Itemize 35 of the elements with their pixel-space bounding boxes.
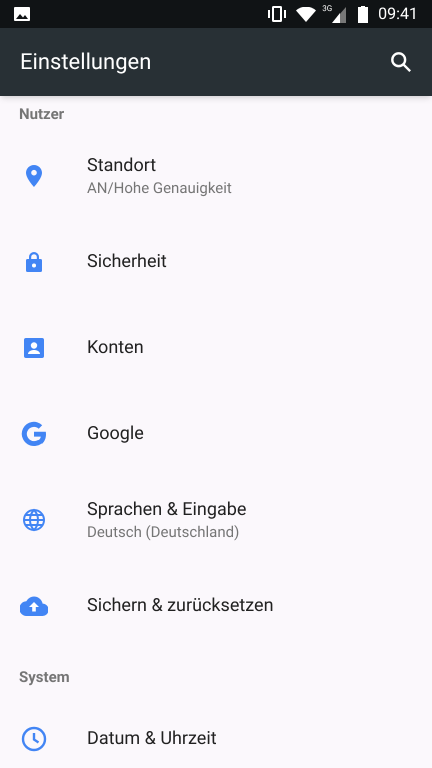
cloud-upload-icon bbox=[20, 596, 48, 616]
globe-icon bbox=[22, 508, 46, 532]
settings-item[interactable]: Sichern & zurücksetzen bbox=[0, 563, 432, 649]
item-title: Sichern & zurücksetzen bbox=[87, 594, 274, 618]
settings-item[interactable]: Standort AN/Hohe Genauigkeit bbox=[0, 133, 432, 219]
settings-item[interactable]: Sprachen & Eingabe Deutsch (Deutschland) bbox=[0, 477, 432, 563]
item-title: Datum & Uhrzeit bbox=[87, 727, 217, 751]
clock-time: 09:41 bbox=[378, 3, 418, 25]
item-title: Sprachen & Eingabe bbox=[87, 498, 246, 522]
image-icon bbox=[14, 7, 30, 21]
settings-item[interactable]: Google bbox=[0, 391, 432, 477]
settings-item[interactable]: Datum & Uhrzeit bbox=[0, 696, 432, 768]
vibrate-icon bbox=[266, 6, 288, 22]
location-pin-icon bbox=[26, 165, 42, 187]
section-header: System bbox=[19, 668, 70, 686]
cell-signal-icon bbox=[332, 7, 346, 23]
wifi-icon bbox=[296, 6, 316, 22]
clock-icon bbox=[20, 726, 46, 752]
g-logo-icon bbox=[20, 420, 48, 448]
search-icon bbox=[390, 51, 412, 73]
battery-icon bbox=[358, 6, 368, 22]
item-subtitle: AN/Hohe Genauigkeit bbox=[87, 178, 232, 198]
item-title: Google bbox=[87, 422, 144, 446]
app-bar-title: Einstellungen bbox=[20, 48, 152, 76]
padlock-icon bbox=[24, 251, 42, 273]
search-button[interactable] bbox=[388, 49, 414, 75]
item-title: Standort bbox=[87, 154, 158, 178]
settings-item[interactable]: Konten bbox=[0, 305, 432, 391]
item-title: Sicherheit bbox=[87, 250, 167, 274]
item-title: Konten bbox=[87, 336, 144, 360]
network-type: 3G bbox=[322, 5, 332, 13]
section-header: Nutzer bbox=[19, 105, 64, 123]
settings-item[interactable]: Sicherheit bbox=[0, 219, 432, 305]
item-subtitle: Deutsch (Deutschland) bbox=[87, 522, 240, 542]
account-icon bbox=[24, 338, 44, 358]
